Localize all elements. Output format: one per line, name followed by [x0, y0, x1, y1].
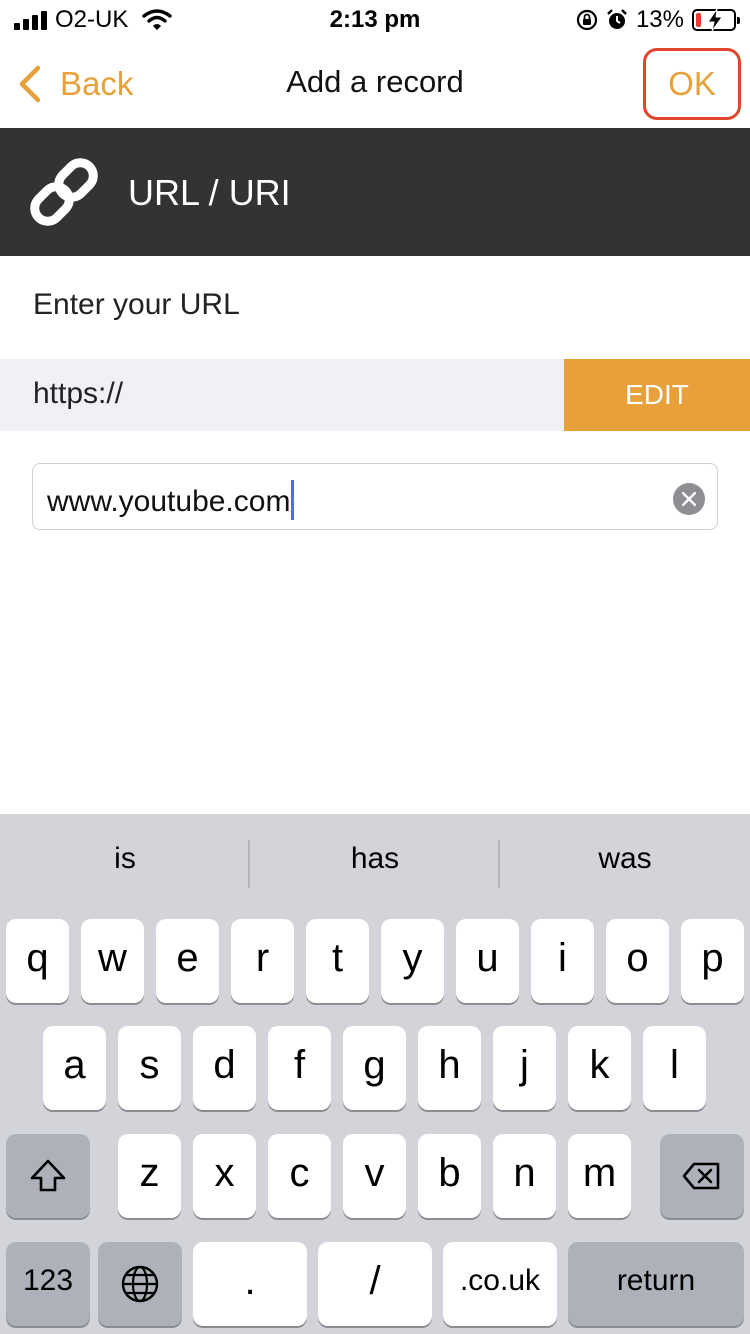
key-q[interactable]: q [6, 919, 69, 1003]
key-r[interactable]: r [231, 919, 294, 1003]
key-t[interactable]: t [306, 919, 369, 1003]
url-input-value: www.youtube.com [47, 480, 295, 520]
rotation-lock-icon [576, 9, 598, 31]
key-w[interactable]: w [81, 919, 144, 1003]
key-u[interactable]: u [456, 919, 519, 1003]
key-a[interactable]: a [43, 1026, 106, 1110]
slash-key[interactable]: / [318, 1242, 432, 1326]
record-type-title: URL / URI [128, 172, 291, 213]
status-right: 13% [576, 5, 740, 35]
key-s[interactable]: s [118, 1026, 181, 1110]
edit-prefix-button[interactable]: EDIT [564, 359, 750, 431]
clear-input-button[interactable] [673, 483, 705, 515]
numbers-key[interactable]: 123 [6, 1242, 90, 1326]
key-f[interactable]: f [268, 1026, 331, 1110]
key-v[interactable]: v [343, 1134, 406, 1218]
key-b[interactable]: b [418, 1134, 481, 1218]
dot-key[interactable]: . [193, 1242, 307, 1326]
url-prompt: Enter your URL [33, 288, 240, 321]
key-l[interactable]: l [643, 1026, 706, 1110]
keyboard: is has was q w e r t y u i o p a s d f g… [0, 814, 750, 1334]
link-icon [30, 158, 98, 226]
edit-label: EDIT [625, 379, 689, 410]
key-z[interactable]: z [118, 1134, 181, 1218]
close-icon [682, 492, 696, 506]
record-type-header: URL / URI [0, 128, 750, 256]
key-d[interactable]: d [193, 1026, 256, 1110]
key-o[interactable]: o [606, 919, 669, 1003]
status-bar: O2-UK 2:13 pm 13% [0, 0, 750, 40]
delete-key[interactable] [660, 1134, 744, 1218]
battery-percent: 13% [635, 6, 684, 33]
domain-key[interactable]: .co.uk [443, 1242, 557, 1326]
alarm-icon [607, 9, 627, 29]
battery-level [696, 13, 701, 27]
url-text: www.youtube.com [47, 485, 291, 518]
key-x[interactable]: x [193, 1134, 256, 1218]
suggestion-3[interactable]: was [500, 842, 750, 876]
return-key[interactable]: return [568, 1242, 744, 1326]
ok-label: OK [668, 65, 716, 102]
suggestion-bar: is has was [0, 814, 750, 914]
key-j[interactable]: j [493, 1026, 556, 1110]
key-m[interactable]: m [568, 1134, 631, 1218]
key-n[interactable]: n [493, 1134, 556, 1218]
key-h[interactable]: h [418, 1026, 481, 1110]
shift-icon [30, 1159, 66, 1192]
key-g[interactable]: g [343, 1026, 406, 1110]
suggestion-1[interactable]: is [0, 842, 250, 876]
url-input[interactable]: www.youtube.com [32, 463, 718, 530]
navigation-bar: Back Add a record OK [0, 40, 750, 128]
ok-button[interactable]: OK [643, 48, 741, 120]
url-prefix: https:// [33, 377, 124, 410]
key-c[interactable]: c [268, 1134, 331, 1218]
globe-key[interactable] [98, 1242, 182, 1326]
key-k[interactable]: k [568, 1026, 631, 1110]
battery-charging-icon [692, 8, 740, 32]
key-i[interactable]: i [531, 919, 594, 1003]
shift-key[interactable] [6, 1134, 90, 1218]
key-p[interactable]: p [681, 919, 744, 1003]
url-prefix-row: https:// EDIT [0, 359, 750, 431]
text-caret [291, 480, 295, 520]
charging-bolt-icon [707, 8, 723, 32]
suggestion-2[interactable]: has [250, 842, 500, 876]
key-e[interactable]: e [156, 919, 219, 1003]
page-title: Add a record [286, 64, 464, 99]
backspace-icon [682, 1162, 720, 1190]
globe-icon [121, 1265, 159, 1303]
key-y[interactable]: y [381, 919, 444, 1003]
